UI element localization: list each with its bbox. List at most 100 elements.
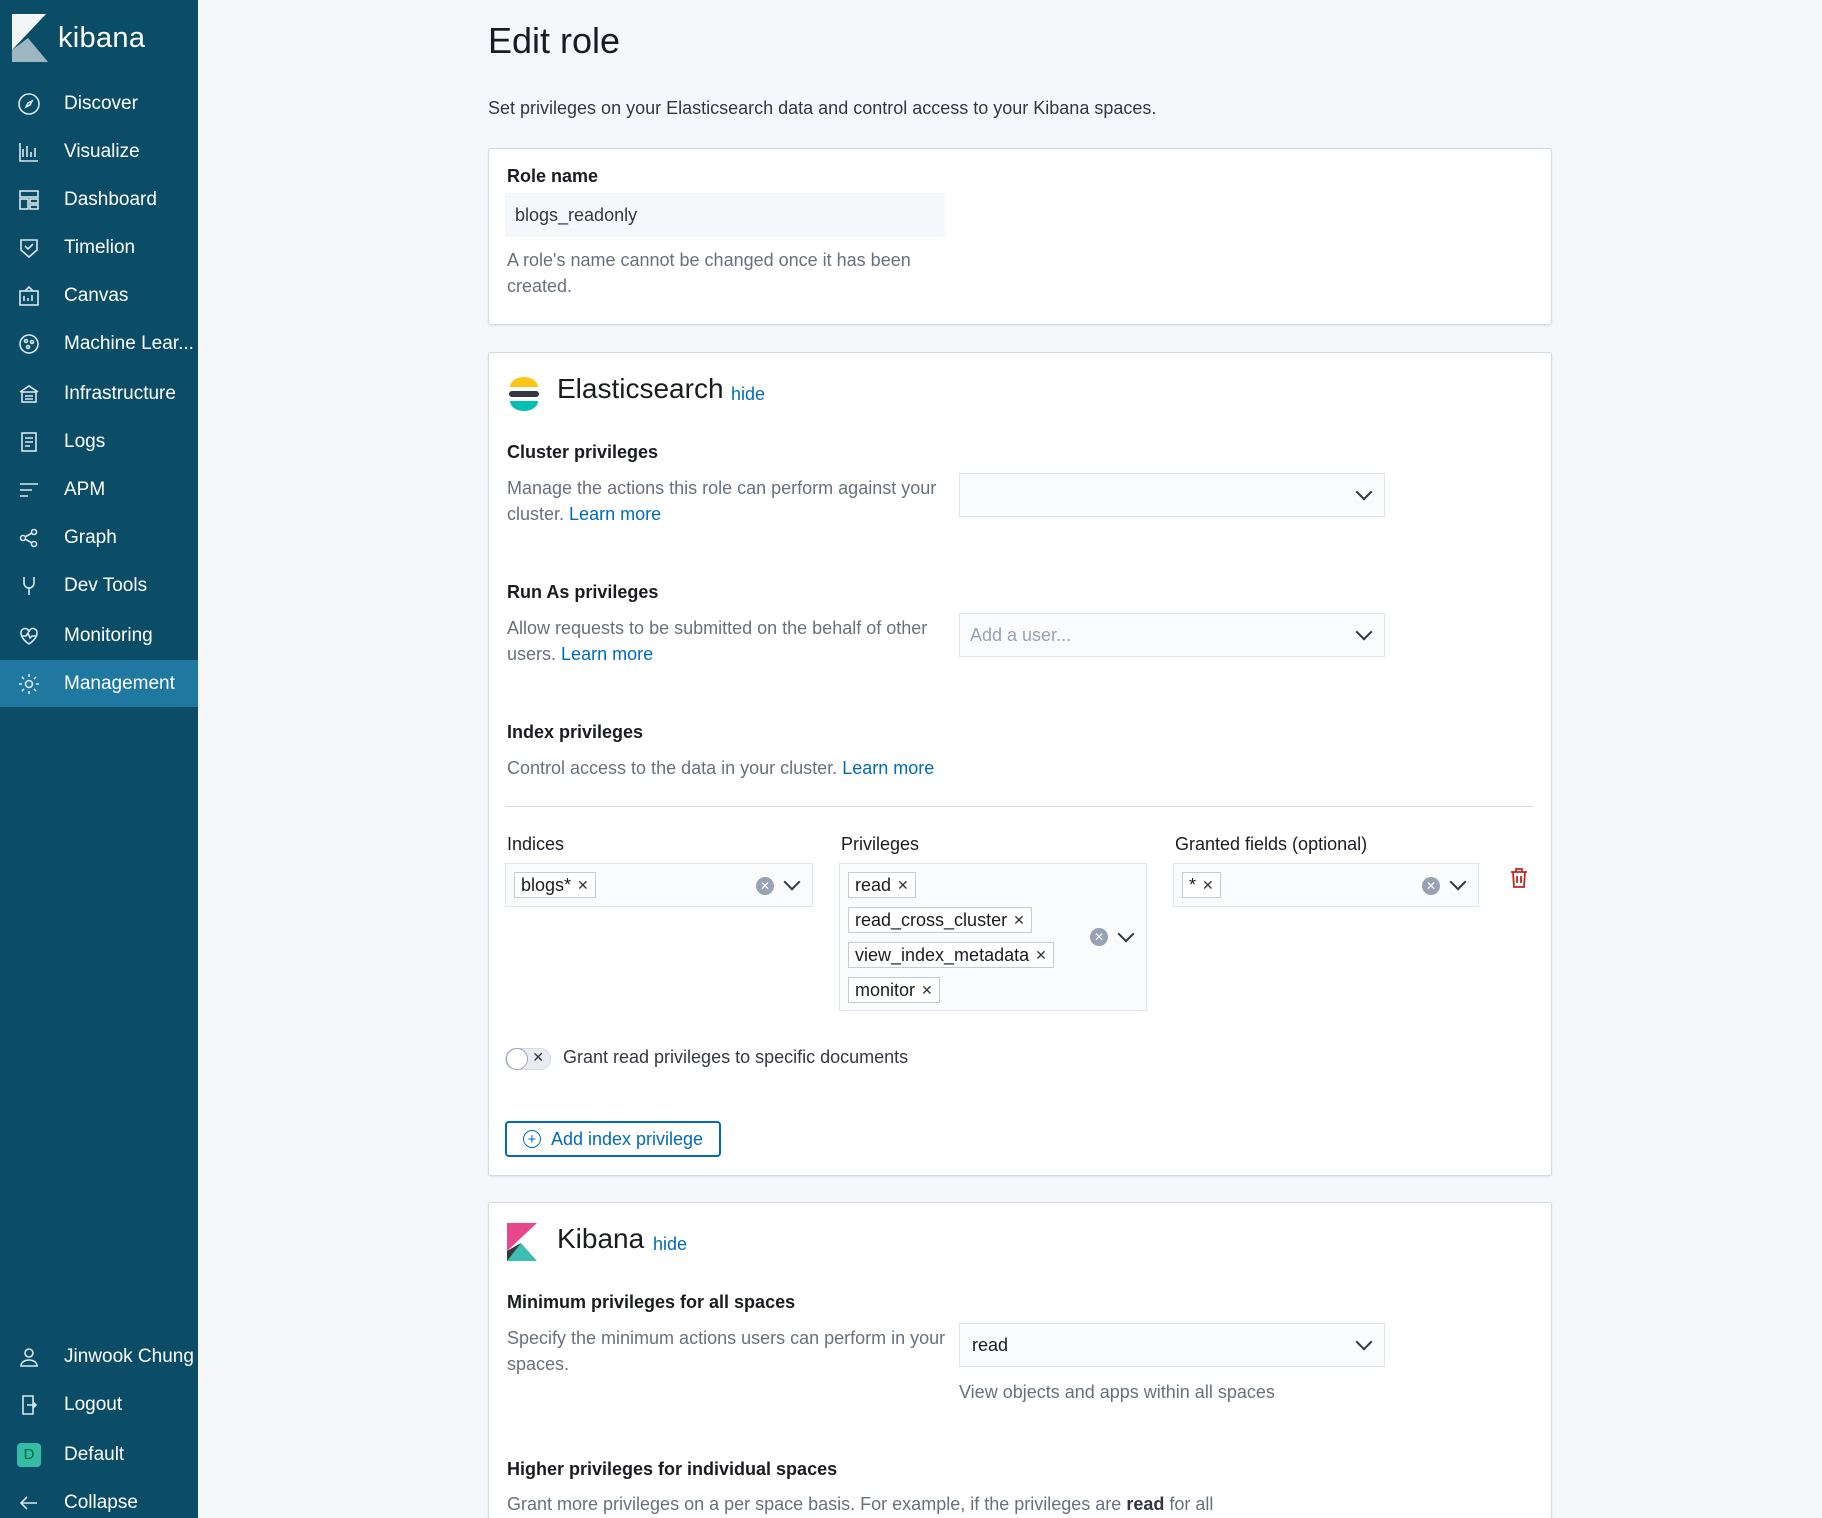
chip-label: read_cross_cluster bbox=[855, 909, 1008, 930]
kibana-logo-icon bbox=[507, 1223, 539, 1261]
minimum-privileges-select[interactable]: read bbox=[959, 1323, 1385, 1367]
kibana-title: Kibana bbox=[557, 1223, 645, 1254]
chevron-down-icon bbox=[1449, 873, 1467, 891]
privileges-label: Privileges bbox=[841, 834, 920, 854]
sidebar-item-dev-tools[interactable]: Dev Tools bbox=[0, 562, 198, 609]
sidebar-item-label: Canvas bbox=[64, 284, 129, 306]
minimum-privileges-value-help: View objects and apps within all spaces bbox=[959, 1382, 1275, 1402]
elasticsearch-hide-link[interactable]: hide bbox=[731, 384, 765, 405]
sidebar-item-collapse[interactable]: Collapse bbox=[0, 1479, 198, 1518]
privileges-combobox[interactable]: read ✕ read_cross_cluster ✕ view_index_met… bbox=[839, 863, 1147, 1011]
space-badge: D bbox=[17, 1442, 41, 1467]
add-index-privilege-button[interactable]: + Add index privilege bbox=[505, 1121, 721, 1157]
minimum-privileges-value: read bbox=[972, 1334, 1009, 1355]
role-name-input[interactable]: blogs_readonly bbox=[505, 193, 945, 237]
sidebar-item-label: Dashboard bbox=[64, 188, 157, 210]
sidebar-item-label: Logs bbox=[64, 430, 106, 452]
sidebar-item-label: Default bbox=[64, 1443, 125, 1465]
wrench-icon bbox=[16, 573, 42, 599]
index-help-text: Control access to the data in your clust… bbox=[507, 758, 838, 778]
document-level-toggle[interactable]: ✕ bbox=[505, 1048, 551, 1070]
toggle-off-icon: ✕ bbox=[532, 1049, 544, 1065]
sidebar-item-infrastructure[interactable]: Infrastructure bbox=[0, 370, 198, 417]
brand-name: kibana bbox=[58, 21, 146, 54]
sidebar-item-user[interactable]: Jinwook Chung bbox=[0, 1333, 198, 1380]
chip-label: * bbox=[1189, 874, 1197, 895]
privilege-chip[interactable]: read ✕ bbox=[848, 872, 916, 898]
role-name-panel: Role name blogs_readonly A role's name c… bbox=[488, 148, 1552, 325]
remove-chip-icon[interactable]: ✕ bbox=[1202, 877, 1214, 894]
field-chip[interactable]: * ✕ bbox=[1182, 872, 1221, 898]
sidebar-item-monitoring[interactable]: Monitoring bbox=[0, 612, 198, 659]
clear-icon[interactable]: ✕ bbox=[1090, 928, 1108, 946]
privilege-chip[interactable]: read_cross_cluster ✕ bbox=[848, 907, 1032, 933]
add-index-privilege-label: Add index privilege bbox=[550, 1128, 704, 1149]
remove-chip-icon[interactable]: ✕ bbox=[921, 982, 933, 999]
timelion-icon bbox=[16, 235, 42, 261]
visualize-icon bbox=[16, 139, 42, 165]
privilege-chip[interactable]: view_index_metadata ✕ bbox=[848, 942, 1054, 968]
sidebar-item-label: Timelion bbox=[64, 236, 136, 258]
chevron-down-icon bbox=[783, 873, 801, 891]
chevron-down-icon bbox=[1117, 925, 1135, 943]
higher-privileges-label: Higher privileges for individual spaces bbox=[507, 1459, 838, 1479]
clear-icon[interactable]: ✕ bbox=[1422, 877, 1440, 895]
chevron-down-icon bbox=[1355, 483, 1373, 501]
sidebar-item-machine-learning[interactable]: Machine Lear... bbox=[0, 320, 198, 367]
run-as-learn-more-link[interactable]: Learn more bbox=[561, 644, 653, 664]
kibana-panel: Kibana hide Minimum privileges for all s… bbox=[488, 1202, 1552, 1518]
cluster-learn-more-link[interactable]: Learn more bbox=[569, 504, 661, 524]
sidebar-item-label: Visualize bbox=[64, 140, 140, 162]
privilege-chip[interactable]: monitor ✕ bbox=[848, 977, 940, 1003]
elasticsearch-title: Elasticsearch bbox=[557, 373, 724, 404]
canvas-icon bbox=[16, 283, 42, 309]
run-as-user-select[interactable]: Add a user... bbox=[959, 613, 1385, 657]
run-as-privileges-label: Run As privileges bbox=[507, 582, 659, 602]
sidebar-item-graph[interactable]: Graph bbox=[0, 514, 198, 561]
heartbeat-icon bbox=[16, 623, 42, 649]
sidebar-item-space[interactable]: D Default bbox=[0, 1431, 198, 1478]
sidebar-item-timelion[interactable]: Timelion bbox=[0, 224, 198, 271]
space-icon: D bbox=[16, 1442, 42, 1468]
chevron-down-icon bbox=[1355, 623, 1373, 641]
remove-chip-icon[interactable]: ✕ bbox=[897, 877, 909, 894]
sidebar-item-label: Infrastructure bbox=[64, 382, 176, 404]
page-description: Set privileges on your Elasticsearch dat… bbox=[488, 98, 1157, 118]
remove-chip-icon[interactable]: ✕ bbox=[1013, 912, 1025, 929]
chip-label: monitor bbox=[855, 979, 916, 1000]
sidebar-item-visualize[interactable]: Visualize bbox=[0, 128, 198, 175]
clear-icon[interactable]: ✕ bbox=[756, 877, 774, 895]
cluster-privileges-label: Cluster privileges bbox=[507, 442, 659, 462]
elasticsearch-logo-icon bbox=[507, 377, 541, 411]
graph-icon bbox=[16, 525, 42, 551]
kibana-hide-link[interactable]: hide bbox=[653, 1234, 687, 1255]
page-title: Edit role bbox=[488, 20, 621, 61]
logout-icon bbox=[16, 1392, 42, 1418]
sidebar-item-label: Dev Tools bbox=[64, 574, 148, 596]
sidebar-item-logs[interactable]: Logs bbox=[0, 418, 198, 465]
sidebar-item-dashboard[interactable]: Dashboard bbox=[0, 176, 198, 223]
delete-trash-icon[interactable] bbox=[1509, 867, 1531, 891]
machine-learning-icon bbox=[16, 331, 42, 357]
brand[interactable]: kibana bbox=[12, 14, 145, 62]
sidebar-item-logout[interactable]: Logout bbox=[0, 1381, 198, 1428]
sidebar-item-management[interactable]: Management bbox=[0, 660, 198, 707]
index-divider bbox=[505, 806, 1533, 807]
chip-label: read bbox=[855, 874, 892, 895]
arrow-left-icon bbox=[16, 1490, 42, 1516]
remove-chip-icon[interactable]: ✕ bbox=[577, 877, 589, 894]
document-level-toggle-label: Grant read privileges to specific docume… bbox=[563, 1047, 909, 1067]
minimum-privileges-help: Specify the minimum actions users can pe… bbox=[507, 1328, 946, 1374]
cluster-privileges-select[interactable] bbox=[959, 473, 1385, 517]
cluster-privileges-help: Manage the actions this role can perform… bbox=[507, 475, 947, 527]
sidebar-item-canvas[interactable]: Canvas bbox=[0, 272, 198, 319]
index-learn-more-link[interactable]: Learn more bbox=[842, 758, 934, 778]
indices-combobox[interactable]: blogs* ✕ ✕ bbox=[505, 863, 813, 907]
remove-chip-icon[interactable]: ✕ bbox=[1035, 947, 1047, 964]
higher-help-text: Grant more privileges on a per space bas… bbox=[507, 1494, 1122, 1514]
granted-fields-combobox[interactable]: * ✕ ✕ bbox=[1173, 863, 1479, 907]
index-chip[interactable]: blogs* ✕ bbox=[514, 872, 596, 898]
dashboard-icon bbox=[16, 187, 42, 213]
sidebar-item-apm[interactable]: APM bbox=[0, 466, 198, 513]
sidebar-item-discover[interactable]: Discover bbox=[0, 80, 198, 127]
